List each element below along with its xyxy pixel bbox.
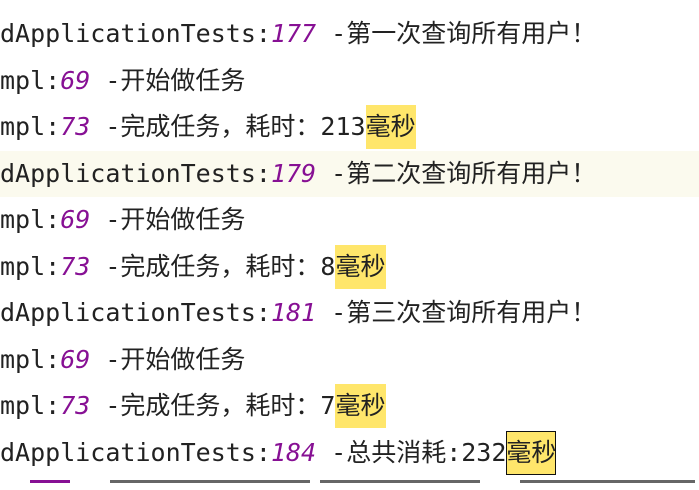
search-highlight: 毫秒 (335, 384, 386, 428)
search-highlight: 毫秒 (506, 430, 557, 475)
log-line-number[interactable]: 184 (271, 438, 316, 467)
log-line-number[interactable]: 73 (60, 112, 90, 141)
log-source: mpl: (0, 344, 61, 374)
log-source: dApplicationTests: (0, 437, 271, 467)
log-line[interactable]: dApplicationTests:177 -第一次查询所有用户！ (0, 11, 699, 57)
log-line-number[interactable]: 179 (271, 159, 316, 188)
log-source: mpl: (0, 251, 61, 281)
log-line-number[interactable]: 177 (271, 19, 316, 48)
log-line[interactable]: mpl:73 -完成任务，耗时：213毫秒 (0, 104, 699, 150)
log-source: mpl: (0, 112, 61, 141)
log-message: -完成任务，耗时：7 (90, 391, 336, 420)
cut-off-text-fragment (30, 480, 70, 483)
log-source: dApplicationTests: (0, 158, 271, 188)
log-message: -开始做任务 (90, 65, 246, 95)
log-line[interactable]: dApplicationTests:181 -第三次查询所有用户！ (0, 290, 699, 336)
search-highlight: 毫秒 (365, 105, 416, 149)
log-line-number[interactable]: 73 (60, 252, 90, 281)
log-message: -第二次查询所有用户！ (316, 158, 597, 188)
log-message: -开始做任务 (90, 344, 246, 374)
log-message: -完成任务，耗时：8 (90, 251, 336, 281)
cut-off-text-fragment (110, 480, 310, 483)
log-line-number[interactable]: 73 (60, 391, 90, 420)
log-source: dApplicationTests: (0, 298, 271, 327)
log-message: -完成任务，耗时：213 (90, 112, 366, 141)
log-line-number[interactable]: 69 (60, 66, 90, 95)
log-line[interactable]: dApplicationTests:184 -总共消耗:232毫秒 (0, 430, 699, 476)
log-source: mpl: (0, 205, 61, 234)
console-output[interactable]: dApplicationTests:177 -第一次查询所有用户！ mpl:69… (0, 0, 699, 490)
log-source: dApplicationTests: (0, 19, 271, 48)
log-message: -第三次查询所有用户！ (316, 298, 597, 327)
log-line[interactable]: mpl:73 -完成任务，耗时：7毫秒 (0, 383, 699, 429)
log-message: -第一次查询所有用户！ (316, 19, 597, 48)
cut-off-text-fragment (320, 480, 480, 483)
log-line[interactable]: mpl:69 -开始做任务 (0, 197, 699, 243)
log-line[interactable]: dApplicationTests:179 -第二次查询所有用户！ (0, 150, 699, 197)
log-line[interactable]: mpl:73 -完成任务，耗时：8毫秒 (0, 244, 699, 290)
log-source: mpl: (0, 65, 61, 95)
log-source: mpl: (0, 391, 61, 420)
log-line-number[interactable]: 181 (271, 298, 316, 327)
cut-off-log-line (0, 480, 699, 490)
log-message: -总共消耗:232 (316, 437, 507, 467)
log-message: -开始做任务 (90, 205, 246, 234)
log-line-number[interactable]: 69 (60, 345, 90, 374)
log-line[interactable]: mpl:69 -开始做任务 (0, 58, 699, 104)
log-line[interactable]: mpl:69 -开始做任务 (0, 337, 699, 383)
cut-off-text-fragment (520, 480, 695, 483)
search-highlight: 毫秒 (335, 244, 386, 289)
log-line-number[interactable]: 69 (60, 205, 90, 234)
